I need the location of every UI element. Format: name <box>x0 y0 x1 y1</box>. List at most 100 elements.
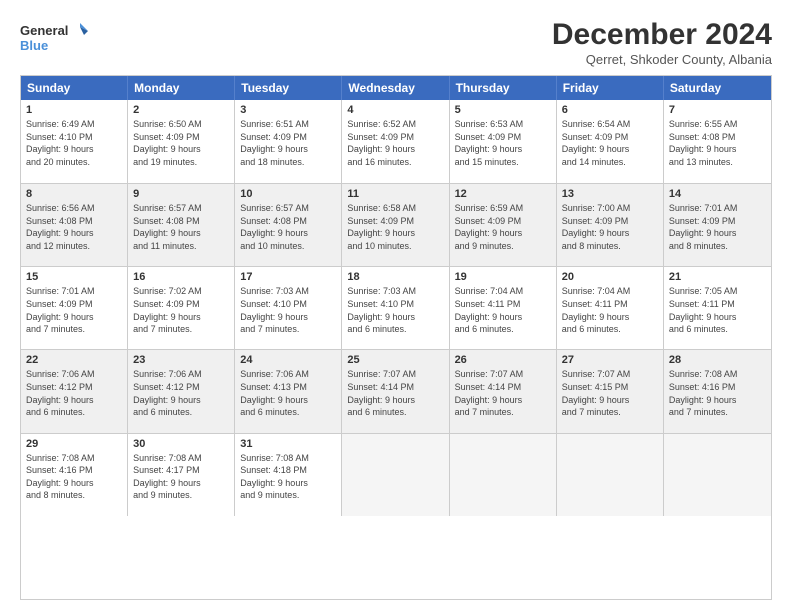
day-number: 31 <box>240 438 336 450</box>
day-info: Sunrise: 7:08 AM Sunset: 4:18 PM Dayligh… <box>240 452 336 502</box>
calendar-cell: 7Sunrise: 6:55 AM Sunset: 4:08 PM Daylig… <box>664 100 771 183</box>
day-info: Sunrise: 6:51 AM Sunset: 4:09 PM Dayligh… <box>240 118 336 168</box>
day-number: 30 <box>133 438 229 450</box>
day-info: Sunrise: 6:58 AM Sunset: 4:09 PM Dayligh… <box>347 202 443 252</box>
calendar-cell: 21Sunrise: 7:05 AM Sunset: 4:11 PM Dayli… <box>664 267 771 349</box>
day-number: 20 <box>562 271 658 283</box>
page: General Blue December 2024 Qerret, Shkod… <box>0 0 792 612</box>
day-info: Sunrise: 7:07 AM Sunset: 4:14 PM Dayligh… <box>455 368 551 418</box>
day-number: 28 <box>669 354 766 366</box>
calendar-cell <box>450 434 557 516</box>
calendar: SundayMondayTuesdayWednesdayThursdayFrid… <box>20 75 772 600</box>
day-number: 15 <box>26 271 122 283</box>
day-info: Sunrise: 7:06 AM Sunset: 4:13 PM Dayligh… <box>240 368 336 418</box>
calendar-body: 1 Sunrise: 6:49 AM Sunset: 4:10 PM Daylig… <box>21 100 771 599</box>
day-number: 25 <box>347 354 443 366</box>
day-info: Sunrise: 6:59 AM Sunset: 4:09 PM Dayligh… <box>455 202 551 252</box>
svg-text:Blue: Blue <box>20 38 48 53</box>
day-number: 12 <box>455 188 551 200</box>
calendar-cell: 17Sunrise: 7:03 AM Sunset: 4:10 PM Dayli… <box>235 267 342 349</box>
day-number: 4 <box>347 104 443 116</box>
calendar-row: 1 Sunrise: 6:49 AM Sunset: 4:10 PM Daylig… <box>21 100 771 183</box>
calendar-row: 15 Sunrise: 7:01 AM Sunset: 4:09 PM Dayli… <box>21 266 771 349</box>
calendar-cell: 9 Sunrise: 6:57 AM Sunset: 4:08 PM Daylig… <box>128 184 235 266</box>
day-info: Sunrise: 7:07 AM Sunset: 4:14 PM Dayligh… <box>347 368 443 418</box>
calendar-header: SundayMondayTuesdayWednesdayThursdayFrid… <box>21 76 771 100</box>
day-number: 11 <box>347 188 443 200</box>
calendar-cell: 26 Sunrise: 7:07 AM Sunset: 4:14 PM Dayli… <box>450 350 557 432</box>
day-info: Sunrise: 6:53 AM Sunset: 4:09 PM Dayligh… <box>455 118 551 168</box>
day-info: Sunrise: 7:08 AM Sunset: 4:17 PM Dayligh… <box>133 452 229 502</box>
day-info: Sunrise: 7:04 AM Sunset: 4:11 PM Dayligh… <box>562 285 658 335</box>
calendar-cell <box>342 434 449 516</box>
day-info: Sunrise: 6:50 AM Sunset: 4:09 PM Dayligh… <box>133 118 229 168</box>
header-day-monday: Monday <box>128 76 235 100</box>
day-number: 14 <box>669 188 766 200</box>
day-number: 1 <box>26 104 122 116</box>
calendar-cell: 25 Sunrise: 7:07 AM Sunset: 4:14 PM Dayli… <box>342 350 449 432</box>
subtitle: Qerret, Shkoder County, Albania <box>552 52 772 67</box>
calendar-cell: 5 Sunrise: 6:53 AM Sunset: 4:09 PM Daylig… <box>450 100 557 183</box>
calendar-row: 29 Sunrise: 7:08 AM Sunset: 4:16 PM Dayli… <box>21 433 771 516</box>
day-info: Sunrise: 6:54 AM Sunset: 4:09 PM Dayligh… <box>562 118 658 168</box>
day-info: Sunrise: 6:49 AM Sunset: 4:10 PM Dayligh… <box>26 118 122 168</box>
calendar-cell: 22 Sunrise: 7:06 AM Sunset: 4:12 PM Dayli… <box>21 350 128 432</box>
calendar-cell: 18 Sunrise: 7:03 AM Sunset: 4:10 PM Dayli… <box>342 267 449 349</box>
day-info: Sunrise: 6:56 AM Sunset: 4:08 PM Dayligh… <box>26 202 122 252</box>
day-number: 22 <box>26 354 122 366</box>
day-number: 3 <box>240 104 336 116</box>
day-info: Sunrise: 6:57 AM Sunset: 4:08 PM Dayligh… <box>240 202 336 252</box>
day-info: Sunrise: 7:00 AM Sunset: 4:09 PM Dayligh… <box>562 202 658 252</box>
day-info: Sunrise: 6:52 AM Sunset: 4:09 PM Dayligh… <box>347 118 443 168</box>
header-day-sunday: Sunday <box>21 76 128 100</box>
header-day-tuesday: Tuesday <box>235 76 342 100</box>
header-day-wednesday: Wednesday <box>342 76 449 100</box>
title-block: December 2024 Qerret, Shkoder County, Al… <box>552 18 772 67</box>
day-number: 18 <box>347 271 443 283</box>
day-number: 8 <box>26 188 122 200</box>
calendar-cell: 15 Sunrise: 7:01 AM Sunset: 4:09 PM Dayli… <box>21 267 128 349</box>
calendar-cell: 27Sunrise: 7:07 AM Sunset: 4:15 PM Dayli… <box>557 350 664 432</box>
calendar-cell: 30 Sunrise: 7:08 AM Sunset: 4:17 PM Dayli… <box>128 434 235 516</box>
day-number: 24 <box>240 354 336 366</box>
day-info: Sunrise: 7:01 AM Sunset: 4:09 PM Dayligh… <box>669 202 766 252</box>
day-info: Sunrise: 7:04 AM Sunset: 4:11 PM Dayligh… <box>455 285 551 335</box>
svg-text:General: General <box>20 23 68 38</box>
calendar-cell: 23Sunrise: 7:06 AM Sunset: 4:12 PM Dayli… <box>128 350 235 432</box>
calendar-cell: 16Sunrise: 7:02 AM Sunset: 4:09 PM Dayli… <box>128 267 235 349</box>
day-number: 29 <box>26 438 122 450</box>
day-info: Sunrise: 6:57 AM Sunset: 4:08 PM Dayligh… <box>133 202 229 252</box>
calendar-cell: 14 Sunrise: 7:01 AM Sunset: 4:09 PM Dayli… <box>664 184 771 266</box>
calendar-cell: 20 Sunrise: 7:04 AM Sunset: 4:11 PM Dayli… <box>557 267 664 349</box>
calendar-cell: 19Sunrise: 7:04 AM Sunset: 4:11 PM Dayli… <box>450 267 557 349</box>
calendar-cell: 13 Sunrise: 7:00 AM Sunset: 4:09 PM Dayli… <box>557 184 664 266</box>
header-day-friday: Friday <box>557 76 664 100</box>
day-number: 9 <box>133 188 229 200</box>
day-number: 13 <box>562 188 658 200</box>
logo-svg: General Blue <box>20 18 90 58</box>
calendar-cell: 10 Sunrise: 6:57 AM Sunset: 4:08 PM Dayli… <box>235 184 342 266</box>
day-number: 16 <box>133 271 229 283</box>
calendar-cell: 6Sunrise: 6:54 AM Sunset: 4:09 PM Daylig… <box>557 100 664 183</box>
day-info: Sunrise: 7:03 AM Sunset: 4:10 PM Dayligh… <box>240 285 336 335</box>
calendar-cell: 28 Sunrise: 7:08 AM Sunset: 4:16 PM Dayli… <box>664 350 771 432</box>
calendar-cell: 8 Sunrise: 6:56 AM Sunset: 4:08 PM Daylig… <box>21 184 128 266</box>
calendar-cell <box>664 434 771 516</box>
month-title: December 2024 <box>552 18 772 52</box>
day-info: Sunrise: 7:03 AM Sunset: 4:10 PM Dayligh… <box>347 285 443 335</box>
day-number: 10 <box>240 188 336 200</box>
day-number: 26 <box>455 354 551 366</box>
calendar-cell: 1 Sunrise: 6:49 AM Sunset: 4:10 PM Daylig… <box>21 100 128 183</box>
header-day-saturday: Saturday <box>664 76 771 100</box>
day-number: 5 <box>455 104 551 116</box>
day-info: Sunrise: 7:01 AM Sunset: 4:09 PM Dayligh… <box>26 285 122 335</box>
day-number: 2 <box>133 104 229 116</box>
day-info: Sunrise: 7:08 AM Sunset: 4:16 PM Dayligh… <box>26 452 122 502</box>
header: General Blue December 2024 Qerret, Shkod… <box>20 18 772 67</box>
day-number: 23 <box>133 354 229 366</box>
calendar-cell: 2 Sunrise: 6:50 AM Sunset: 4:09 PM Daylig… <box>128 100 235 183</box>
day-info: Sunrise: 7:06 AM Sunset: 4:12 PM Dayligh… <box>26 368 122 418</box>
day-info: Sunrise: 7:07 AM Sunset: 4:15 PM Dayligh… <box>562 368 658 418</box>
day-info: Sunrise: 7:08 AM Sunset: 4:16 PM Dayligh… <box>669 368 766 418</box>
calendar-cell: 31 Sunrise: 7:08 AM Sunset: 4:18 PM Dayli… <box>235 434 342 516</box>
